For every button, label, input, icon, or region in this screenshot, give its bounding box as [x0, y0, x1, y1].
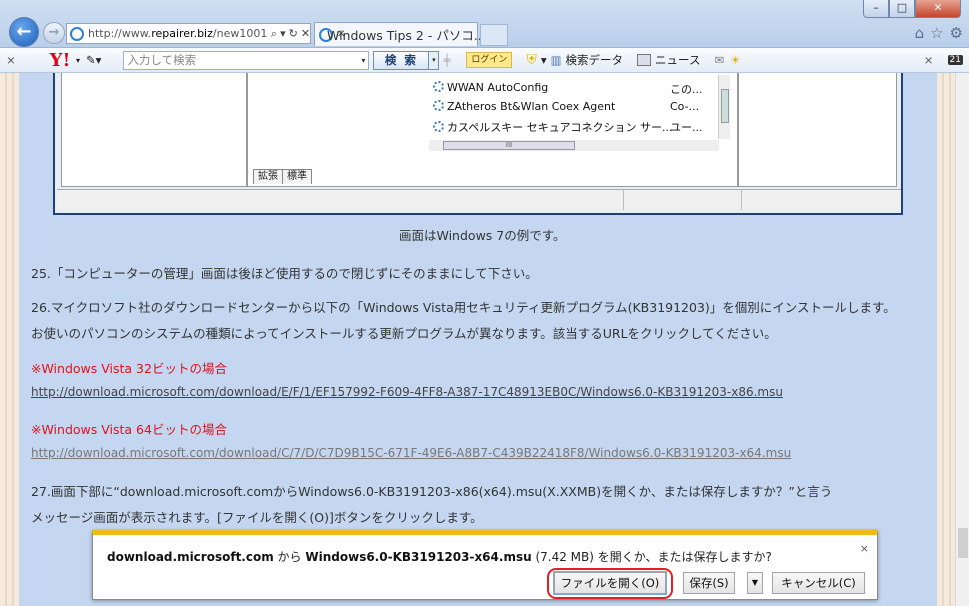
embedded-screenshot: WWAN AutoConfig この... ZAtheros Bt&Wlan C…: [53, 73, 903, 215]
article-content: WWAN AutoConfig この... ZAtheros Bt&Wlan C…: [19, 73, 937, 606]
save-button[interactable]: 保存(S): [683, 572, 735, 594]
browser-icons: ⌂ ☆ ⚙: [915, 24, 963, 42]
service-gear-icon: [433, 81, 444, 92]
right-page-border: [937, 73, 956, 606]
heading-vista-64bit: ※Windows Vista 64ビットの場合: [31, 422, 227, 437]
link-vista-64bit[interactable]: http://download.microsoft.com/download/C…: [31, 446, 791, 460]
dropdown-arrow-icon[interactable]: ▾: [76, 56, 80, 65]
login-button[interactable]: ログイン: [466, 52, 513, 68]
weather-icon: ☀: [730, 53, 741, 67]
screenshot-left-pane: [61, 73, 247, 187]
service-gear-icon: [433, 100, 444, 111]
mail-icon: ✉: [714, 53, 725, 67]
step-27-text: 27.画面下部に“download.microsoft.comからWindows…: [31, 484, 833, 499]
cancel-button[interactable]: キャンセル(C): [772, 572, 865, 594]
web-page-viewport: WWAN AutoConfig この... ZAtheros Bt&Wlan C…: [0, 73, 969, 606]
highlight-circle: [547, 568, 673, 599]
screenshot-horizontal-scrollbar: III: [429, 140, 719, 151]
download-message: download.microsoft.com から Windows6.0-KB3…: [107, 550, 772, 564]
ie-page-icon: [70, 26, 84, 41]
screenshot-caption: 画面はWindows 7の例です。: [399, 228, 566, 243]
screenshot-tab-extended: 拡張: [253, 169, 283, 184]
service-desc: Co-...: [670, 100, 700, 113]
screenshot-vertical-scrollbar: [718, 75, 730, 139]
address-bar[interactable]: http://www.repairer.biz/new1001.ht ⌕ ▾ ↻…: [66, 23, 311, 44]
tab-windows-tips[interactable]: Windows Tips 2 - パソコ... ✕: [314, 22, 486, 46]
settings-gear-icon[interactable]: ⚙: [950, 24, 963, 42]
left-page-border: [0, 73, 19, 606]
pen-icon[interactable]: ✎▾: [86, 53, 101, 67]
back-button[interactable]: ←: [9, 17, 39, 47]
news-button[interactable]: ニュース: [637, 52, 700, 68]
service-row: カスペルスキー セキュアコネクション サー...: [433, 119, 673, 135]
shield-icon: ⛨: [526, 52, 537, 68]
news-icon: [637, 54, 652, 66]
close-toolbar-icon[interactable]: ×: [0, 53, 22, 67]
search-data-button[interactable]: ▥ 検索データ: [551, 52, 623, 68]
security-shield-button[interactable]: ⛨ ▾: [526, 52, 546, 68]
dropdown-arrow-icon[interactable]: ▾: [280, 27, 286, 40]
screenshot-right-pane: [738, 73, 897, 187]
tab-title: Windows Tips 2 - パソコ...: [327, 28, 486, 43]
screenshot-services-pane: WWAN AutoConfig この... ZAtheros Bt&Wlan C…: [247, 73, 738, 187]
close-window-button[interactable]: ✕: [915, 0, 961, 18]
address-url[interactable]: http://www.repairer.biz/new1001.ht: [88, 27, 268, 40]
close-download-bar-icon[interactable]: ×: [860, 542, 869, 555]
step-27-note: メッセージ画面が表示されます。[ファイルを開く(O)]ボタンをクリックします。: [31, 510, 483, 525]
search-options-arrow-icon[interactable]: ▾: [429, 50, 440, 70]
service-desc: ユー...: [670, 121, 703, 134]
service-gear-icon: [433, 121, 444, 132]
page-scrollbar[interactable]: [955, 73, 969, 606]
download-notification-bar: download.microsoft.com から Windows6.0-KB3…: [92, 530, 878, 600]
home-icon[interactable]: ⌂: [915, 24, 925, 42]
close-toolbar-right-icon[interactable]: ×: [918, 53, 940, 67]
browser-titlebar: – □ ✕ ← → http://www.repairer.biz/new100…: [0, 0, 969, 48]
save-options-arrow-icon[interactable]: ▼: [747, 572, 763, 594]
step-25-text: 25.「コンピューターの管理」画面は後ほど使用するので閉じずにそのままにして下さ…: [31, 266, 538, 281]
toolbar-search-button[interactable]: 検 索: [373, 50, 430, 70]
service-row: ZAtheros Bt&Wlan Coex Agent: [433, 100, 615, 113]
weather-button[interactable]: ☀: [730, 53, 740, 67]
step-26-note: お使いのパソコンのシステムの種類によってインストールする更新プログラムが異なりま…: [31, 326, 777, 341]
yahoo-toolbar: × Y! ▾ ✎▾ 入力して検索 ▾ 検 索 ▾ ╪ ログイン ⛨ ▾ ▥ 検索デー…: [0, 48, 969, 73]
stop-icon[interactable]: ✕: [301, 27, 310, 40]
favorites-star-icon[interactable]: ☆: [930, 24, 943, 42]
step-26-text: 26.マイクロソフト社のダウンロードセンターから以下の「Windows Vist…: [31, 300, 896, 315]
separator-icon: ╪: [443, 53, 451, 67]
window-controls: – □ ✕: [863, 0, 961, 18]
browser-window: – □ ✕ ← → http://www.repairer.biz/new100…: [0, 0, 969, 606]
bar-chart-icon: ▥: [550, 53, 562, 67]
service-row: WWAN AutoConfig: [433, 81, 548, 94]
service-desc: この...: [670, 83, 703, 96]
refresh-icon[interactable]: ↻: [289, 27, 298, 40]
link-vista-32bit[interactable]: http://download.microsoft.com/download/E…: [31, 385, 783, 399]
yahoo-logo[interactable]: Y!: [40, 50, 80, 71]
toolbar-search-input[interactable]: 入力して検索 ▾: [123, 50, 370, 70]
screenshot-statusbar: [57, 189, 901, 210]
screenshot-tab-standard: 標準: [282, 169, 312, 184]
maximize-button[interactable]: □: [889, 0, 915, 18]
scrollbar-thumb[interactable]: [958, 528, 968, 558]
minimize-button[interactable]: –: [863, 0, 889, 18]
mail-button[interactable]: ✉: [714, 53, 724, 67]
forward-button[interactable]: →: [43, 22, 65, 44]
new-tab-button[interactable]: [480, 24, 508, 46]
search-icon[interactable]: ⌕: [271, 27, 277, 41]
heading-vista-32bit: ※Windows Vista 32ビットの場合: [31, 361, 227, 376]
dropdown-arrow-icon[interactable]: ▾: [361, 56, 368, 65]
notification-badge[interactable]: 21: [947, 55, 963, 65]
